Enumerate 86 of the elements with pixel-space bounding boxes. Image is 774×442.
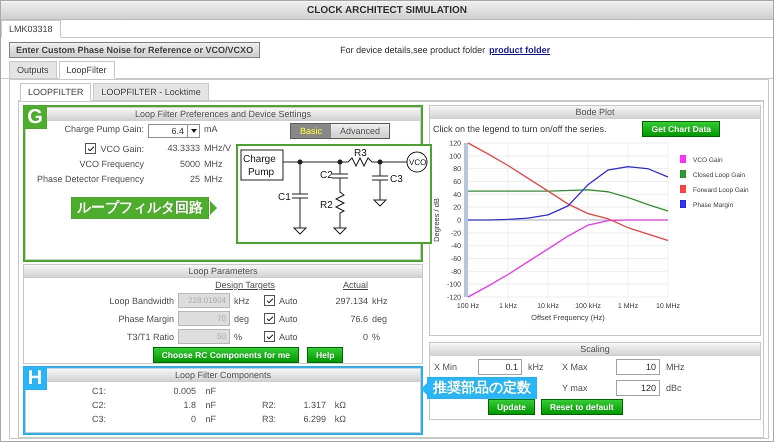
unit: nF [204,414,216,424]
checkbox-label: Auto [279,296,298,306]
input-field[interactable]: 120 [616,380,660,396]
checkbox[interactable] [264,295,275,306]
input-field[interactable]: 0.1 [478,359,522,375]
unit: dBc [666,383,683,393]
column-heading: Actual [342,280,368,290]
main-tab[interactable]: Outputs [9,61,57,78]
column-heading: Design Targets [214,280,276,290]
device-tab[interactable]: LMK03318 [1,20,61,38]
component-name: R3: [260,414,276,424]
legend-swatch[interactable] [680,155,686,163]
device-note: For device details,see product folder [340,44,486,54]
sub-tab[interactable]: LOOPFILTER [20,83,92,101]
legend-swatch[interactable] [680,200,686,208]
component-label: C3 [390,174,403,185]
unit: deg [234,314,250,324]
component-value: 0.005 [172,386,196,396]
component-name: R2: [260,400,276,410]
unit: nF [204,400,216,410]
panel-title: Loop Parameters [24,265,422,278]
mode-toggle-button[interactable]: Advanced [331,124,390,138]
unit: kHz [234,296,250,306]
field-label: Phase Margin [117,314,174,324]
field-value: 25 [188,174,200,184]
sub-tab[interactable]: LOOPFILTER - Locktime [93,83,209,100]
field-label: X Max [562,362,589,372]
field-label: VCO Frequency [78,159,144,169]
component-label: C2 [320,170,333,181]
field-label: Charge Pump Gain: [63,124,144,136]
unit: % [372,332,382,342]
unit: mA [204,124,218,136]
vco-label: VCO [409,158,426,167]
annotation-badge: H [23,366,47,390]
component-name: C3: [90,414,106,424]
component-value: 6.299 [302,414,326,424]
component-label: C1 [278,192,291,203]
unit: MHz [204,159,224,169]
component-value: 1.8 [182,400,196,410]
field-label: Phase Detector Frequency [36,174,144,184]
checkbox[interactable] [264,313,275,324]
unit: MHz [666,362,686,372]
unit: nF [204,386,216,396]
custom-phase-noise-button[interactable]: Enter Custom Phase Noise for Reference or VCO/VCXO [9,42,260,58]
charge-pump-gain-dropdown[interactable]: 6.4 [148,124,200,138]
annotation-badge: G [23,105,47,129]
component-value: 0 [190,414,196,424]
unit: % [234,332,244,342]
actual-value: 0 [362,332,368,342]
field-label: VCO Gain: [100,144,144,154]
component-name: C1: [90,386,106,396]
checkbox[interactable] [85,143,96,154]
component-label: R3 [354,148,367,159]
actual-value: 76.6 [349,314,368,324]
window-title: CLOCK ARCHITECT SIMULATION [1,1,773,20]
unit: kΩ [334,414,346,424]
field-label: Y max [562,383,588,393]
pointer-icon [210,201,217,215]
field-value: 5000 [178,159,200,169]
panel-title: Bode Plot [430,106,760,119]
field-label: T3/T1 Ratio [126,332,174,342]
input-field[interactable]: 10 [616,359,660,375]
component-name: C2: [90,400,106,410]
main-tab[interactable]: LoopFilter [58,61,115,79]
component-label: R2 [320,200,333,211]
caret-icon [190,129,196,133]
field-label: X Min [434,362,458,372]
unit: deg [372,314,388,324]
field-label: Loop Bandwidth [108,296,174,306]
charge-pump-label: Charge Pump [243,154,276,178]
field-value: 43.3333 [166,143,200,154]
unit: MHz/V [204,143,232,154]
legend-swatch[interactable] [680,170,686,178]
unit: kΩ [334,400,346,410]
panel-title: Scaling [430,343,760,356]
chart-hint: Click on the legend to turn on/off the series. [433,124,606,134]
component-value: 1.317 [302,400,326,410]
product-folder-link[interactable]: product folder [489,44,550,54]
unit: kHz [372,296,388,306]
actual-value: 297.134 [334,296,368,306]
unit: kHz [528,362,544,372]
unit: MHz [204,174,224,184]
checkbox-label: Auto [279,314,298,324]
legend-swatch[interactable] [680,185,686,193]
checkbox-label: Auto [279,332,298,342]
checkbox[interactable] [264,331,275,342]
